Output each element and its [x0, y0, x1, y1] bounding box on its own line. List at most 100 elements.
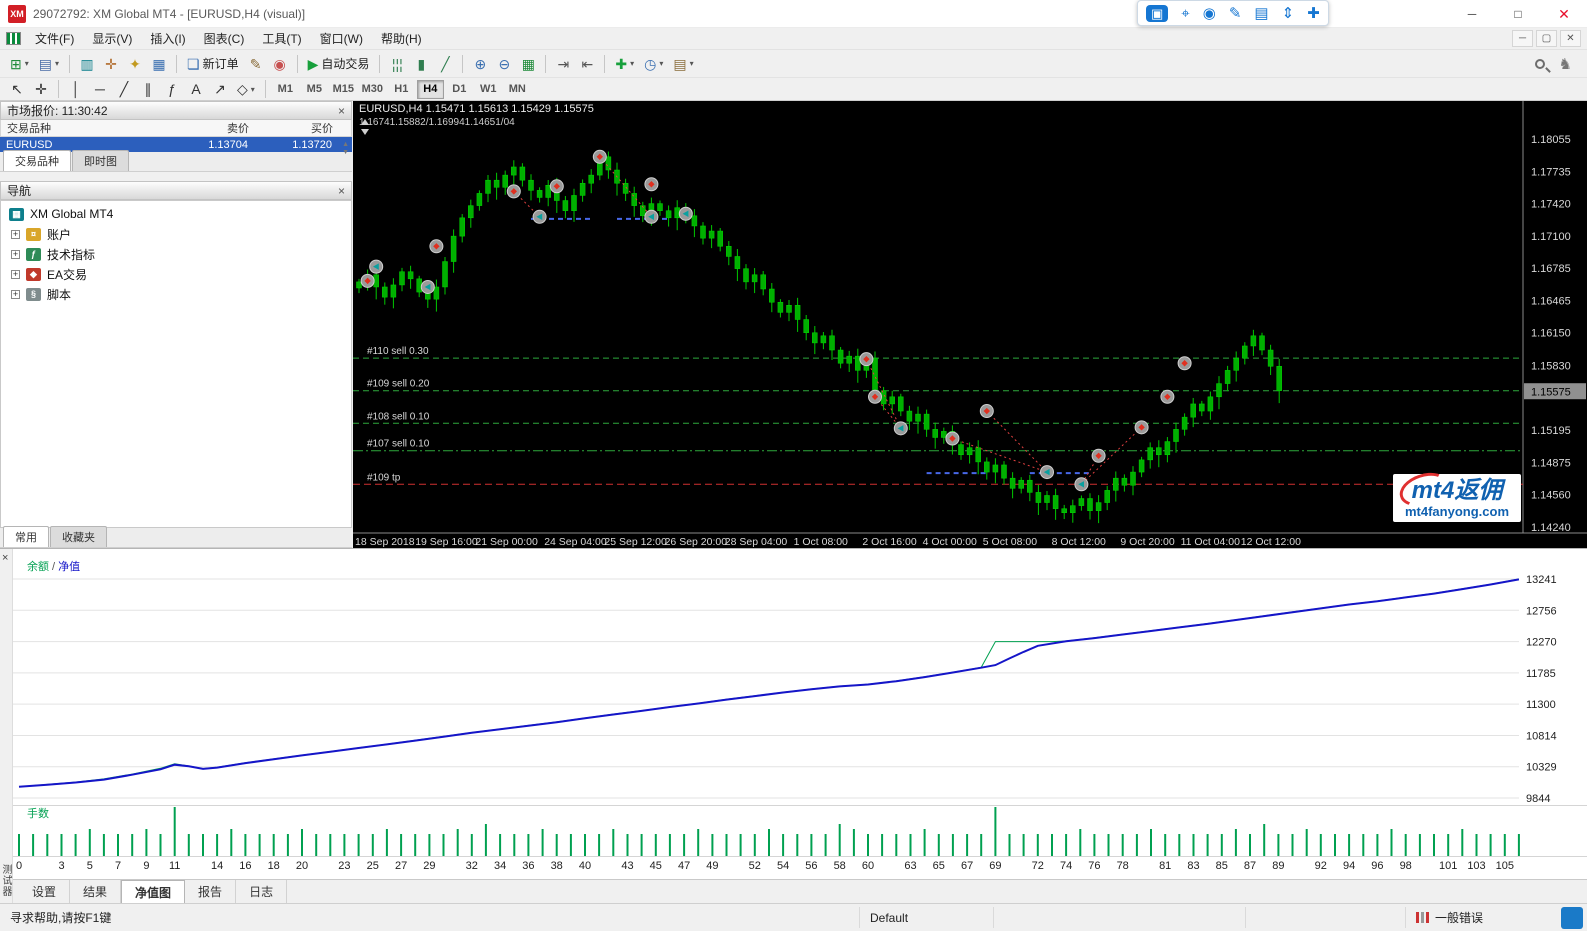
trade-marker[interactable] [421, 280, 434, 293]
color-picker-icon[interactable]: ◉ [1203, 6, 1216, 21]
nav-item-indicators[interactable]: +ƒ技术指标 [1, 244, 351, 264]
status-profile[interactable]: Default [859, 907, 993, 928]
trade-marker[interactable] [1178, 357, 1191, 370]
timeframe-w1[interactable]: W1 [475, 80, 502, 99]
resize-arrows-icon[interactable]: ⇕ [1282, 6, 1295, 21]
mql-community-icon[interactable]: ♞ [1559, 55, 1572, 73]
line-chart-button[interactable]: ╱ [433, 53, 457, 75]
trade-marker[interactable] [1161, 390, 1174, 403]
menu-window[interactable]: 窗口(W) [311, 27, 372, 50]
nav-item-scripts[interactable]: +§脚本 [1, 284, 351, 304]
pen-icon[interactable]: ✎ [1229, 6, 1242, 21]
navigator-button[interactable]: ✦ [123, 53, 147, 75]
trade-marker[interactable] [1135, 421, 1148, 434]
timeframe-m5[interactable]: M5 [301, 80, 328, 99]
trade-marker[interactable] [593, 150, 606, 163]
trade-marker[interactable] [507, 185, 520, 198]
tools-icon[interactable]: ✚ [1307, 6, 1320, 21]
shapes-button[interactable]: ◇▾ [232, 78, 260, 100]
column-header-1[interactable]: 卖价 [153, 120, 257, 136]
market-watch-tab[interactable]: 交易品种 [3, 150, 71, 171]
tile-windows-button[interactable]: ▦ [516, 53, 540, 75]
trade-marker[interactable] [1075, 478, 1088, 491]
candles-chart-button[interactable]: ▮ [409, 53, 433, 75]
market-watch-tab[interactable]: 即时图 [72, 150, 129, 171]
profiles-button[interactable]: ▤▾ [34, 53, 64, 75]
nav-root[interactable]: ▦XM Global MT4 [1, 204, 351, 224]
scroll-up-icon[interactable]: ▲ [342, 141, 349, 148]
trade-marker[interactable] [869, 390, 882, 403]
timeframe-h4[interactable]: H4 [417, 80, 444, 99]
mdi-restore-button[interactable]: ▢ [1536, 30, 1557, 47]
tester-tab[interactable]: 结果 [70, 880, 121, 903]
tray-icon[interactable] [1561, 907, 1583, 929]
maximize-button[interactable]: □ [1495, 0, 1541, 28]
tester-tab[interactable]: 报告 [185, 880, 236, 903]
trade-marker[interactable] [1092, 449, 1105, 462]
nav-item-accounts[interactable]: +¤账户 [1, 224, 351, 244]
chart-shift-button[interactable]: ⇤ [575, 53, 599, 75]
metaeditor-button[interactable]: ✎ [244, 53, 268, 75]
timeframe-h1[interactable]: H1 [388, 80, 415, 99]
vline-button[interactable]: │ [64, 78, 88, 100]
text-button[interactable]: A [184, 78, 208, 100]
trade-marker[interactable] [430, 240, 443, 253]
autotrading-button[interactable]: ▶自动交易 [303, 53, 375, 75]
trade-marker[interactable] [980, 405, 993, 418]
data-window-button[interactable]: ✛ [99, 53, 123, 75]
close-icon[interactable]: × [2, 552, 8, 564]
new-order-button[interactable]: ❏新订单 [182, 53, 244, 75]
scroll-down-icon[interactable]: ▼ [342, 149, 349, 156]
arrows-button[interactable]: ↗ [208, 78, 232, 100]
terminal-button[interactable]: ▦ [147, 53, 171, 75]
minimize-button[interactable]: ─ [1449, 0, 1495, 28]
new-chart-button[interactable]: ⊞▾ [5, 53, 34, 75]
timeframe-mn[interactable]: MN [504, 80, 531, 99]
timeframe-m1[interactable]: M1 [272, 80, 299, 99]
expand-icon[interactable]: + [11, 230, 20, 239]
zoom-in-button[interactable]: ⊕ [468, 53, 492, 75]
periods-button[interactable]: ◷▾ [639, 53, 668, 75]
tester-tab[interactable]: 日志 [236, 880, 287, 903]
expand-icon[interactable]: + [11, 290, 20, 299]
trade-marker[interactable] [946, 432, 959, 445]
timeframe-m30[interactable]: M30 [359, 80, 386, 99]
navigator-tab[interactable]: 常用 [3, 526, 49, 547]
crosshair-button[interactable]: ✛ [29, 78, 53, 100]
menu-insert[interactable]: 插入(I) [141, 27, 194, 50]
fibonacci-button[interactable]: ƒ [160, 78, 184, 100]
community-button[interactable]: ◉ [268, 53, 292, 75]
expand-icon[interactable]: + [11, 250, 20, 259]
close-button[interactable]: ✕ [1541, 0, 1587, 28]
menu-help[interactable]: 帮助(H) [372, 27, 431, 50]
frame-select-icon[interactable]: ⌖ [1181, 6, 1189, 21]
trade-marker[interactable] [860, 353, 873, 366]
trade-marker[interactable] [645, 178, 658, 191]
trade-marker[interactable] [370, 260, 383, 273]
screen-capture-icon[interactable]: ▣ [1146, 5, 1168, 22]
close-icon[interactable]: × [338, 104, 345, 118]
trade-marker[interactable] [533, 210, 546, 223]
menu-file[interactable]: 文件(F) [26, 27, 83, 50]
trade-marker[interactable] [361, 274, 374, 287]
nav-item-experts[interactable]: +◆EA交易 [1, 264, 351, 284]
trendline-button[interactable]: ╱ [112, 78, 136, 100]
tester-tab[interactable]: 设置 [19, 880, 70, 903]
cursor-button[interactable]: ↖ [5, 78, 29, 100]
trade-marker[interactable] [1041, 466, 1054, 479]
indicators-button[interactable]: ✚▾ [610, 53, 639, 75]
note-icon[interactable]: ▤ [1254, 6, 1268, 21]
status-connection[interactable]: 一般错误 [1405, 907, 1555, 928]
bars-chart-button[interactable]: ¦¦¦ [385, 53, 409, 75]
trade-marker[interactable] [894, 422, 907, 435]
timeframe-d1[interactable]: D1 [446, 80, 473, 99]
hline-button[interactable]: ─ [88, 78, 112, 100]
trade-marker[interactable] [550, 180, 563, 193]
column-header-0[interactable]: 交易品种 [1, 120, 153, 136]
search-icon[interactable] [1535, 59, 1545, 69]
navigator-tab[interactable]: 收藏夹 [50, 526, 107, 547]
menu-tools[interactable]: 工具(T) [253, 27, 310, 50]
trade-marker[interactable] [679, 207, 692, 220]
tester-tab[interactable]: 净值图 [121, 880, 185, 904]
zoom-out-button[interactable]: ⊖ [492, 53, 516, 75]
